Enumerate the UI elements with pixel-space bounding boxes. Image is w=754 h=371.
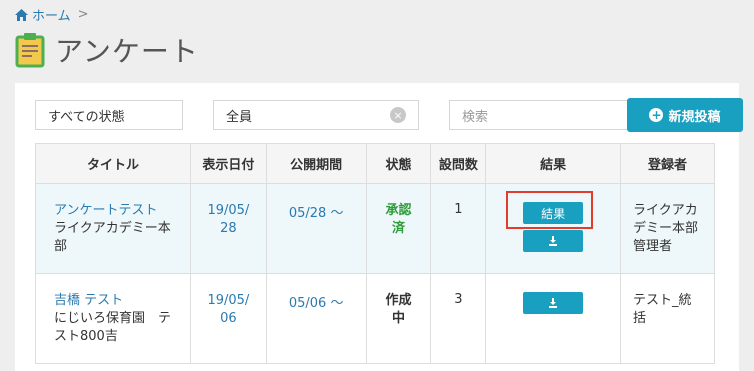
user-filter[interactable]: 全員 × xyxy=(213,100,419,130)
survey-subtitle: にじいろ保育園 テスト800吉 xyxy=(54,311,172,344)
page-title: アンケート xyxy=(55,35,199,68)
col-title: タイトル xyxy=(35,143,191,184)
clipboard-icon xyxy=(15,33,45,68)
row-status-value: 作成中 xyxy=(385,293,412,326)
col-status: 状態 xyxy=(365,143,432,184)
download-icon xyxy=(549,298,558,308)
search-input[interactable]: 検索 xyxy=(449,100,633,130)
survey-table: タイトル 表示日付 公開期間 状態 設問数 結果 登録者 アンケートテスト ライ… xyxy=(35,143,716,364)
download-button[interactable] xyxy=(523,230,584,252)
row-registrant: テスト_統括 xyxy=(619,273,716,364)
home-icon xyxy=(15,8,28,21)
status-filter[interactable]: すべての状態 xyxy=(35,100,183,130)
survey-title-link[interactable]: アンケートテスト xyxy=(54,202,190,220)
table-row: アンケートテスト ライクアカデミー本部 19/05/28 05/28 〜 承認済… xyxy=(35,183,716,274)
download-button[interactable] xyxy=(523,292,584,314)
row-date: 19/05/06 xyxy=(189,273,267,364)
page-header: アンケート xyxy=(15,30,199,70)
row-status: 作成中 xyxy=(365,273,432,364)
result-highlight xyxy=(506,191,593,229)
col-result: 結果 xyxy=(485,143,621,184)
status-filter-value: すべての状態 xyxy=(48,109,125,125)
survey-subtitle: ライクアカデミー本部 xyxy=(54,221,171,254)
col-period: 公開期間 xyxy=(265,143,367,184)
row-result-cell xyxy=(485,273,621,364)
survey-title-link[interactable]: 吉橋 テスト xyxy=(54,292,190,310)
plus-circle-icon: + xyxy=(649,108,664,122)
breadcrumb-separator: > xyxy=(77,7,89,22)
table-row: 吉橋 テスト にじいろ保育園 テスト800吉 19/05/06 05/06 〜 … xyxy=(35,273,716,364)
new-post-label: 新規投稿 xyxy=(668,109,721,125)
user-filter-value: 全員 xyxy=(226,109,253,125)
col-questions: 設問数 xyxy=(430,143,487,184)
download-icon xyxy=(549,236,558,246)
clear-icon[interactable]: × xyxy=(390,107,406,123)
row-period: 05/06 〜 xyxy=(265,273,367,364)
breadcrumb: ホーム > xyxy=(15,5,89,24)
row-title-cell: アンケートテスト ライクアカデミー本部 xyxy=(35,183,191,274)
row-title-cell: 吉橋 テスト にじいろ保育園 テスト800吉 xyxy=(35,273,191,364)
row-questions: 1 xyxy=(430,183,487,274)
row-date-value: 19/05/28 xyxy=(207,203,250,236)
row-registrant-value: ライクアカデミー本部管理者 xyxy=(632,203,698,254)
search-placeholder: 検索 xyxy=(462,109,489,125)
new-post-button[interactable]: + 新規投稿 xyxy=(627,98,743,132)
row-status: 承認済 xyxy=(365,183,432,274)
breadcrumb-home-link[interactable]: ホーム xyxy=(32,5,71,24)
row-date-value: 19/05/06 xyxy=(207,293,250,326)
row-period: 05/28 〜 xyxy=(265,183,367,274)
row-registrant: ライクアカデミー本部管理者 xyxy=(619,183,716,274)
row-questions: 3 xyxy=(430,273,487,364)
row-date: 19/05/28 xyxy=(189,183,267,274)
table-header-row: タイトル 表示日付 公開期間 状態 設問数 結果 登録者 xyxy=(35,143,716,184)
col-registrant: 登録者 xyxy=(619,143,716,184)
col-date: 表示日付 xyxy=(189,143,267,184)
content-panel: すべての状態 全員 × 検索 + 新規投稿 タイトル 表示日付 公開期間 状態 … xyxy=(15,83,743,371)
row-registrant-value: テスト_統括 xyxy=(632,293,692,326)
row-status-value: 承認済 xyxy=(385,203,412,236)
